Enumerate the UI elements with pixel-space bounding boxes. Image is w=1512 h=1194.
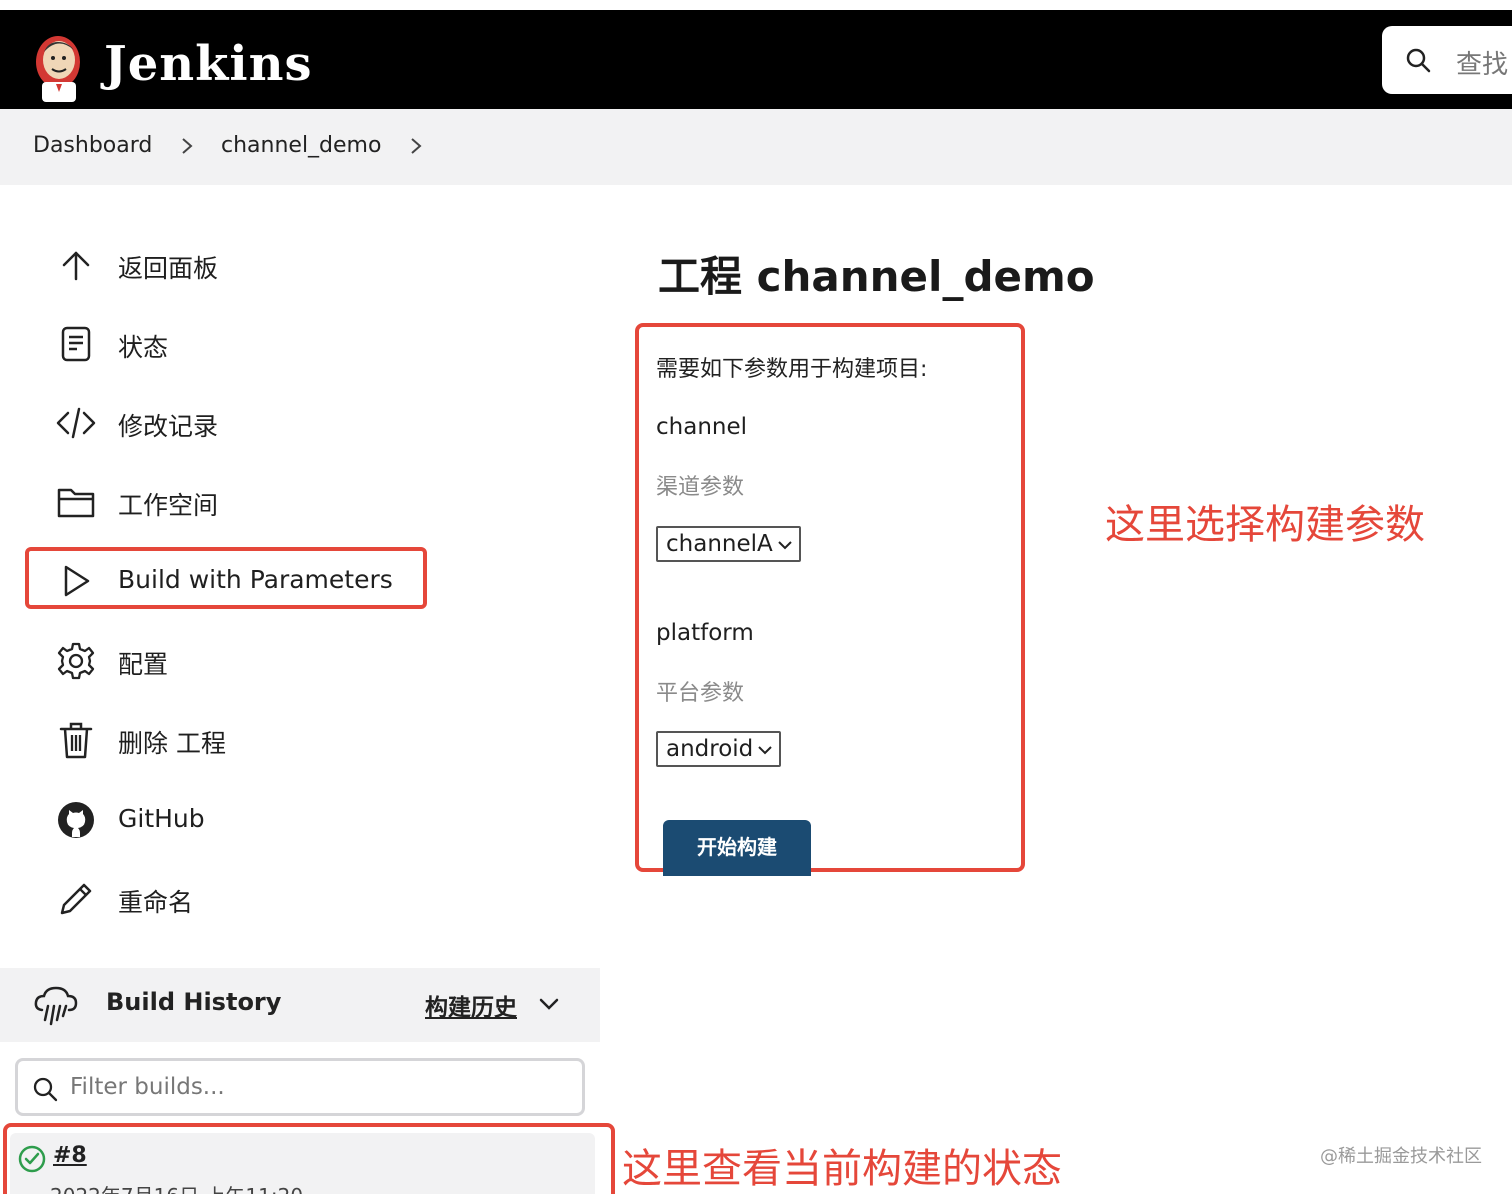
document-icon	[61, 326, 91, 362]
jenkins-logo-icon[interactable]	[28, 32, 88, 104]
annotation-highlight-box	[3, 1123, 615, 1194]
breadcrumb: Dashboard channel_demo	[0, 109, 1512, 185]
folder-icon	[57, 488, 95, 518]
search-icon	[33, 1077, 58, 1102]
channel-select-value: channelA	[666, 531, 773, 557]
sidebar-item-label: 返回面板	[118, 254, 219, 283]
pencil-icon	[60, 883, 92, 915]
param-description-channel: 渠道参数	[656, 475, 745, 500]
trash-icon	[59, 722, 93, 759]
platform-select[interactable]: android	[656, 731, 781, 767]
sidebar-item-label: 删除 工程	[118, 729, 226, 758]
sidebar-item-configure[interactable]: 配置	[30, 631, 422, 691]
annotation-highlight-box	[25, 547, 427, 609]
platform-select-value: android	[666, 736, 754, 762]
filter-builds-input[interactable]: Filter builds...	[15, 1058, 585, 1116]
param-description-platform: 平台参数	[656, 681, 745, 706]
sidebar-item-changes[interactable]: 修改记录	[30, 393, 422, 453]
sidebar-item-rename[interactable]: 重命名	[30, 869, 422, 929]
search-placeholder: 查找	[1456, 50, 1509, 80]
cloud-rain-icon	[34, 986, 78, 1026]
sidebar-item-label: GitHub	[118, 804, 205, 833]
chevron-down-icon[interactable]	[538, 996, 560, 1012]
sidebar-item-label: 修改记录	[118, 412, 219, 441]
top-strip	[0, 0, 1512, 10]
params-intro: 需要如下参数用于构建项目:	[656, 357, 928, 382]
sidebar-item-label: 重命名	[118, 888, 194, 917]
channel-select[interactable]: channelA	[656, 526, 801, 562]
breadcrumb-channel-demo[interactable]: channel_demo	[221, 133, 381, 158]
page-title: 工程 channel_demo	[658, 252, 1095, 301]
brand-title[interactable]: Jenkins	[104, 36, 313, 92]
gear-icon	[57, 642, 95, 680]
annotation-params-note: 这里选择构建参数	[1105, 502, 1425, 548]
sidebar-item-github[interactable]: GitHub	[30, 790, 422, 850]
code-icon	[56, 407, 96, 439]
sidebar-item-status[interactable]: 状态	[30, 314, 422, 374]
sidebar-item-delete-project[interactable]: 删除 工程	[30, 710, 422, 770]
sidebar-item-label: 配置	[118, 650, 169, 679]
breadcrumb-dashboard[interactable]: Dashboard	[33, 133, 152, 158]
build-history-trend-link[interactable]: 构建历史	[425, 988, 517, 1022]
annotation-status-note: 这里查看当前构建的状态	[622, 1146, 1062, 1192]
github-icon	[58, 802, 94, 838]
sidebar-item-label: 工作空间	[118, 491, 219, 520]
arrow-up-icon	[62, 251, 90, 281]
start-build-button[interactable]: 开始构建	[663, 820, 811, 876]
filter-placeholder: Filter builds...	[70, 1074, 225, 1100]
chevron-down-icon	[778, 541, 792, 550]
build-history-title: Build History	[106, 988, 282, 1016]
chevron-right-icon	[182, 138, 193, 154]
top-header: Jenkins	[0, 10, 1512, 109]
sidebar-item-workspace[interactable]: 工作空间	[30, 472, 422, 532]
watermark: @稀土掘金技术社区	[1320, 1146, 1482, 1167]
build-history-header: Build History 构建历史	[0, 968, 600, 1042]
search-box[interactable]: 查找	[1382, 26, 1512, 94]
param-name-channel: channel	[656, 414, 748, 440]
chevron-down-icon	[758, 746, 772, 755]
param-name-platform: platform	[656, 620, 754, 646]
sidebar-item-label: 状态	[118, 333, 169, 362]
chevron-right-icon[interactable]	[408, 135, 424, 157]
sidebar-item-back-to-dashboard[interactable]: 返回面板	[30, 235, 422, 295]
search-icon	[1406, 48, 1431, 73]
annotation-highlight-box	[635, 323, 1025, 872]
